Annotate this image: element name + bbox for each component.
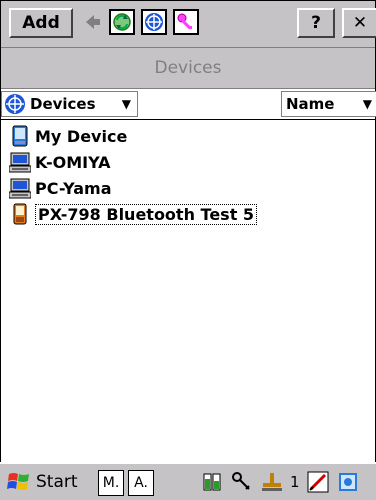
- globe-icon: [5, 94, 25, 114]
- header-row: Devices ▼ Name ▼: [1, 89, 376, 120]
- windows-flag-icon: [7, 473, 29, 490]
- list-item-label: PC-Yama: [35, 178, 112, 198]
- app-window: Add ? ✕ Devices Devices ▼ Name ▼ My Devi…: [0, 0, 376, 498]
- list-item-pc-yama[interactable]: PC-Yama: [9, 175, 112, 201]
- phone-icon: [13, 203, 27, 225]
- sort-dropdown[interactable]: Name ▼: [281, 91, 376, 117]
- taskbar: Start M. A. 1: [0, 462, 376, 500]
- power-plug-icon[interactable]: [260, 470, 284, 494]
- location-dropdown-value: Devices: [30, 95, 96, 113]
- list-item-k-omiya[interactable]: K-OMIYA: [9, 149, 111, 175]
- start-button[interactable]: Start: [6, 467, 78, 497]
- chevron-down-icon: ▼: [121, 97, 131, 111]
- list-item-px-798[interactable]: PX-798 Bluetooth Test 5: [9, 201, 258, 227]
- start-label: Start: [36, 472, 78, 492]
- list-item-my-device[interactable]: My Device: [9, 123, 127, 149]
- battery-icon[interactable]: [200, 470, 224, 494]
- pen-icon[interactable]: [306, 470, 330, 494]
- key-icon[interactable]: [173, 9, 199, 35]
- location-dropdown[interactable]: Devices ▼: [1, 91, 138, 117]
- network-icon[interactable]: [336, 470, 360, 494]
- list-item-label: K-OMIYA: [35, 152, 111, 172]
- window-title: Devices: [1, 48, 375, 89]
- network-globe-icon[interactable]: [141, 9, 167, 35]
- device-list: My Device K-OMIYA PC-Yama PX-798 Bluetoo…: [1, 121, 375, 461]
- taskbar-button-m[interactable]: M.: [98, 470, 124, 496]
- computer-icon: [9, 178, 31, 199]
- computer-icon: [9, 152, 31, 173]
- back-arrow-icon[interactable]: [79, 9, 105, 35]
- chevron-down-icon: ▼: [362, 97, 372, 111]
- pda-icon: [12, 125, 28, 147]
- refresh-icon[interactable]: [109, 9, 135, 35]
- list-item-label: My Device: [35, 126, 128, 146]
- toolbar: Add ? ✕: [1, 1, 376, 48]
- key-icon[interactable]: [230, 470, 254, 494]
- system-tray: 1: [200, 468, 366, 496]
- sort-dropdown-value: Name: [286, 95, 335, 113]
- taskbar-button-a[interactable]: A.: [128, 470, 154, 496]
- add-button[interactable]: Add: [9, 8, 73, 38]
- list-item-label: PX-798 Bluetooth Test 5: [35, 203, 258, 225]
- close-button[interactable]: ✕: [342, 8, 376, 38]
- tray-number: 1: [290, 473, 300, 491]
- help-button[interactable]: ?: [297, 8, 335, 38]
